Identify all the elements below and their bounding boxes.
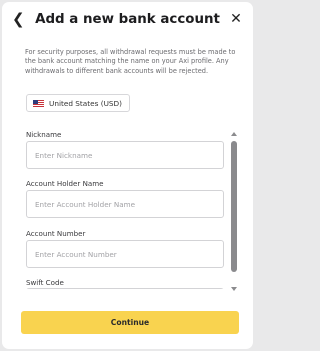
modal-title: Add a new bank account <box>35 12 220 27</box>
account-holder-name-label: Account Holder Name <box>26 179 104 188</box>
swift-code-input[interactable] <box>26 288 224 289</box>
scroll-up-arrow-icon[interactable] <box>231 132 237 136</box>
nickname-input[interactable] <box>26 141 224 169</box>
close-icon[interactable]: ✕ <box>229 11 243 27</box>
add-bank-account-modal: ❮ Add a new bank account ✕ For security … <box>2 2 253 349</box>
swift-code-label: Swift Code <box>26 278 64 287</box>
modal-header: ❮ Add a new bank account ✕ <box>2 8 253 32</box>
scroll-down-arrow-icon[interactable] <box>231 287 237 291</box>
account-number-input[interactable] <box>26 240 224 268</box>
nickname-label: Nickname <box>26 130 62 139</box>
scrollbar-thumb[interactable] <box>231 141 237 272</box>
form-scrollbar[interactable] <box>230 130 238 291</box>
security-notice: For security purposes, all withdrawal re… <box>25 48 236 75</box>
account-holder-name-input[interactable] <box>26 190 224 218</box>
continue-button[interactable]: Continue <box>21 311 239 334</box>
currency-selector[interactable]: United States (USD) <box>26 94 130 112</box>
account-number-label: Account Number <box>26 229 86 238</box>
currency-label: United States (USD) <box>49 98 123 108</box>
us-flag-icon <box>33 99 44 107</box>
bank-account-form: Nickname Account Holder Name Account Num… <box>2 123 253 289</box>
